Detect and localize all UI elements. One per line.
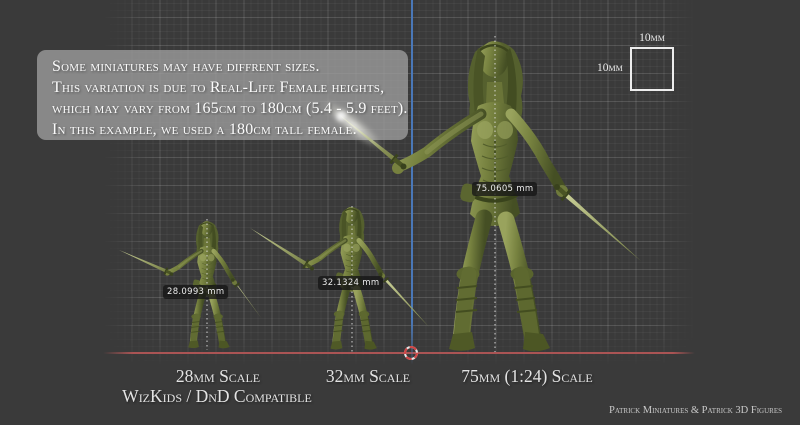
measurement-label-28mm: 28.0993 mm (163, 285, 228, 299)
brand-credit: Patrick Miniatures & Patrick 3D Figures (609, 405, 782, 416)
info-line-3: which may vary from 165cm to 180cm (5.4 … (52, 98, 398, 119)
reference-square-side-label: 10mm (597, 62, 623, 74)
info-line-1: Some miniatures may have diffrent sizes. (52, 56, 398, 77)
info-note-box: Some miniatures may have diffrent sizes.… (37, 50, 408, 140)
info-line-4: In this example, we used a 180cm tall fe… (52, 119, 398, 140)
caption-75mm-scale: 75mm (1:24) Scale (461, 366, 592, 387)
reference-square-top-label: 10mm (628, 32, 676, 44)
3d-cursor (404, 346, 418, 360)
caption-32mm-scale: 32mm Scale (326, 366, 410, 387)
z-axis-line (411, 0, 413, 365)
caption-28mm-compatibility: WizKids / DnD Compatible (122, 386, 312, 407)
x-axis-line (103, 352, 695, 354)
reference-square-10mm (630, 47, 674, 91)
info-line-2: This variation is due to Real-Life Femal… (52, 77, 398, 98)
measurement-label-75mm: 75.0605 mm (472, 182, 537, 196)
caption-28mm-scale: 28mm Scale (176, 366, 260, 387)
viewport-3d[interactable]: Some miniatures may have diffrent sizes.… (0, 0, 800, 425)
measurement-label-32mm: 32.1324 mm (318, 276, 383, 290)
